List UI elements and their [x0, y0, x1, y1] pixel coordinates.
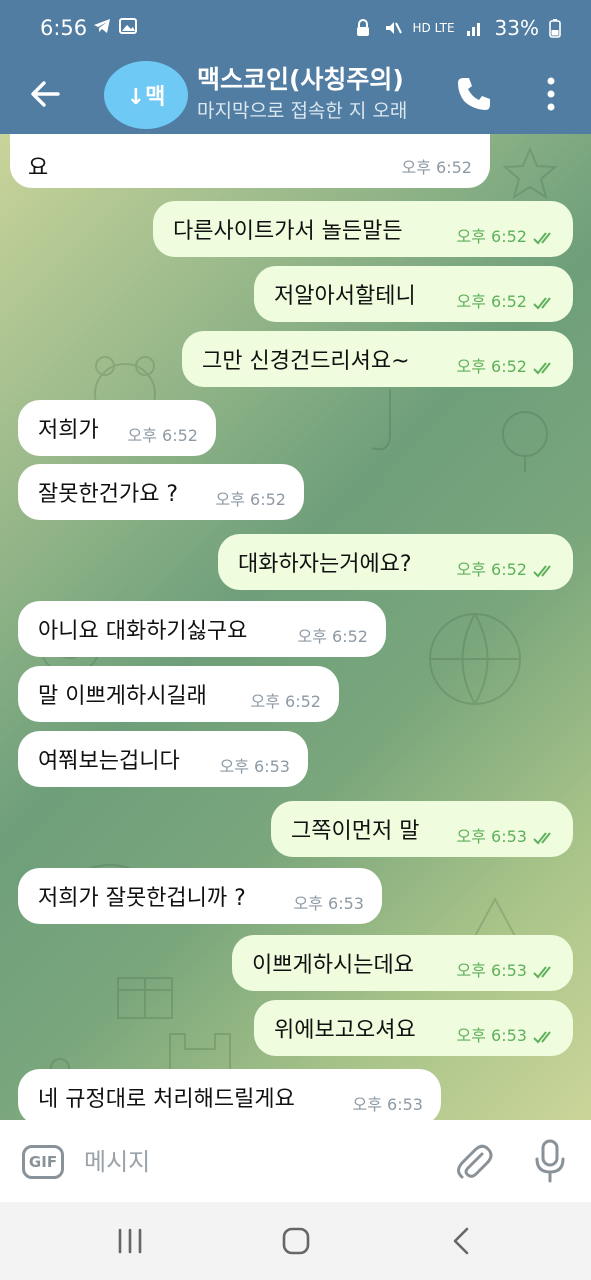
chat-area[interactable]: 요 오후 6:52 다른사이트가서 놀든말든 오후 6:52 저알아서할테니 오… — [0, 134, 591, 1120]
message-time: 오후 6:53 — [219, 757, 290, 776]
message-out[interactable]: 위에보고오셔요 오후 6:53 — [254, 1000, 573, 1056]
network-label: HD LTE — [412, 21, 455, 35]
hook-doodle-icon — [371, 389, 391, 451]
message-time: 오후 6:52 — [456, 357, 527, 376]
paperclip-icon[interactable] — [452, 1140, 494, 1182]
message-text: 이쁘게하시는데요 — [252, 953, 414, 978]
read-checks-icon — [533, 1031, 551, 1044]
gif-button[interactable]: GIF — [22, 1145, 64, 1179]
message-time: 오후 6:52 — [456, 227, 527, 246]
telegram-icon — [94, 19, 110, 33]
message-in[interactable]: 잘못한건가요 ? 오후 6:52 — [18, 464, 304, 520]
status-time: 6:56 — [40, 16, 88, 40]
message-text: 요 — [28, 156, 49, 181]
system-nav-bar — [0, 1202, 591, 1280]
chat-subtitle: 마지막으로 접속한 지 오래 — [197, 100, 408, 122]
message-time: 오후 6:52 — [250, 692, 321, 711]
message-time: 오후 6:52 — [215, 490, 286, 509]
more-vertical-icon[interactable] — [534, 72, 568, 116]
message-text: 네 규정대로 처리해드릴게요 — [38, 1087, 295, 1112]
message-in[interactable]: 여쭤보는겁니다 오후 6:53 — [18, 731, 308, 787]
message-time: 오후 6:52 — [401, 158, 472, 177]
read-checks-icon — [533, 362, 551, 375]
message-composer: GIF — [0, 1120, 591, 1202]
read-checks-icon — [533, 565, 551, 578]
lock-icon — [356, 19, 369, 36]
chat-title[interactable]: 맥스코인(사칭주의) — [197, 60, 404, 96]
message-time: 오후 6:52 — [456, 292, 527, 311]
message-text: 말 이쁘게하시길래 — [38, 684, 207, 709]
status-bar: 6:56 HD LTE 33% — [0, 0, 591, 56]
message-out[interactable]: 이쁘게하시는데요 오후 6:53 — [232, 935, 573, 991]
avatar[interactable]: ↓맥 — [104, 61, 188, 129]
signal-icon — [466, 23, 480, 36]
message-time: 오후 6:53 — [456, 827, 527, 846]
message-out[interactable]: 저알아서할테니 오후 6:52 — [254, 266, 573, 322]
read-checks-icon — [533, 232, 551, 245]
message-input[interactable] — [84, 1140, 404, 1184]
phone-icon[interactable] — [452, 72, 496, 116]
gallery-icon — [119, 18, 137, 34]
message-out[interactable]: 그쪽이먼저 말 오후 6:53 — [271, 801, 573, 857]
star-doodle-icon — [502, 146, 558, 200]
message-text: 대화하자는거에요? — [238, 552, 412, 577]
chat-header: ↓맥 맥스코인(사칭주의) 마지막으로 접속한 지 오래 — [0, 56, 591, 134]
message-time: 오후 6:52 — [456, 560, 527, 579]
read-checks-icon — [533, 297, 551, 310]
read-checks-icon — [533, 966, 551, 979]
message-in[interactable]: 네 규정대로 처리해드릴게요 오후 6:53 — [18, 1069, 441, 1120]
message-out[interactable]: 다른사이트가서 놀든말든 오후 6:52 — [153, 201, 573, 257]
message-text: 저희가 잘못한겁니까 ? — [38, 886, 246, 911]
message-time: 오후 6:53 — [293, 894, 364, 913]
message-time: 오후 6:53 — [456, 1026, 527, 1045]
recents-icon[interactable] — [110, 1224, 150, 1258]
message-time: 오후 6:52 — [127, 426, 198, 445]
mute-icon — [385, 22, 402, 34]
message-text: 다른사이트가서 놀든말든 — [173, 219, 403, 244]
message-in[interactable]: 저희가 오후 6:52 — [18, 400, 216, 456]
message-out[interactable]: 대화하자는거에요? 오후 6:52 — [218, 534, 573, 590]
battery-percent: 33% — [494, 16, 539, 40]
message-in[interactable]: 요 오후 6:52 — [10, 134, 490, 188]
back-arrow-icon[interactable] — [22, 70, 70, 118]
message-time: 오후 6:53 — [352, 1095, 423, 1114]
microphone-icon[interactable] — [530, 1138, 570, 1184]
nav-back-icon[interactable] — [442, 1224, 482, 1258]
message-text: 저희가 — [38, 418, 99, 443]
message-time: 오후 6:53 — [456, 961, 527, 980]
globe-doodle-icon — [429, 613, 521, 707]
message-text: 여쭤보는겁니다 — [38, 749, 180, 774]
message-time: 오후 6:52 — [297, 627, 368, 646]
message-in[interactable]: 말 이쁘게하시길래 오후 6:52 — [18, 666, 339, 722]
message-in[interactable]: 저희가 잘못한겁니까 ? 오후 6:53 — [18, 868, 382, 924]
message-text: 그쪽이먼저 말 — [291, 819, 420, 844]
message-text: 저알아서할테니 — [274, 284, 416, 309]
message-text: 잘못한건가요 ? — [38, 482, 179, 507]
battery-icon — [549, 19, 561, 38]
balloon-doodle-icon — [502, 411, 548, 472]
message-text: 아니요 대화하기싫구요 — [38, 619, 248, 644]
message-text: 그만 신경건드리셔요~ — [202, 349, 410, 374]
home-icon[interactable] — [276, 1224, 316, 1258]
message-in[interactable]: 아니요 대화하기싫구요 오후 6:52 — [18, 601, 386, 657]
read-checks-icon — [533, 832, 551, 845]
message-out[interactable]: 그만 신경건드리셔요~ 오후 6:52 — [182, 331, 573, 387]
message-text: 위에보고오셔요 — [274, 1018, 416, 1043]
